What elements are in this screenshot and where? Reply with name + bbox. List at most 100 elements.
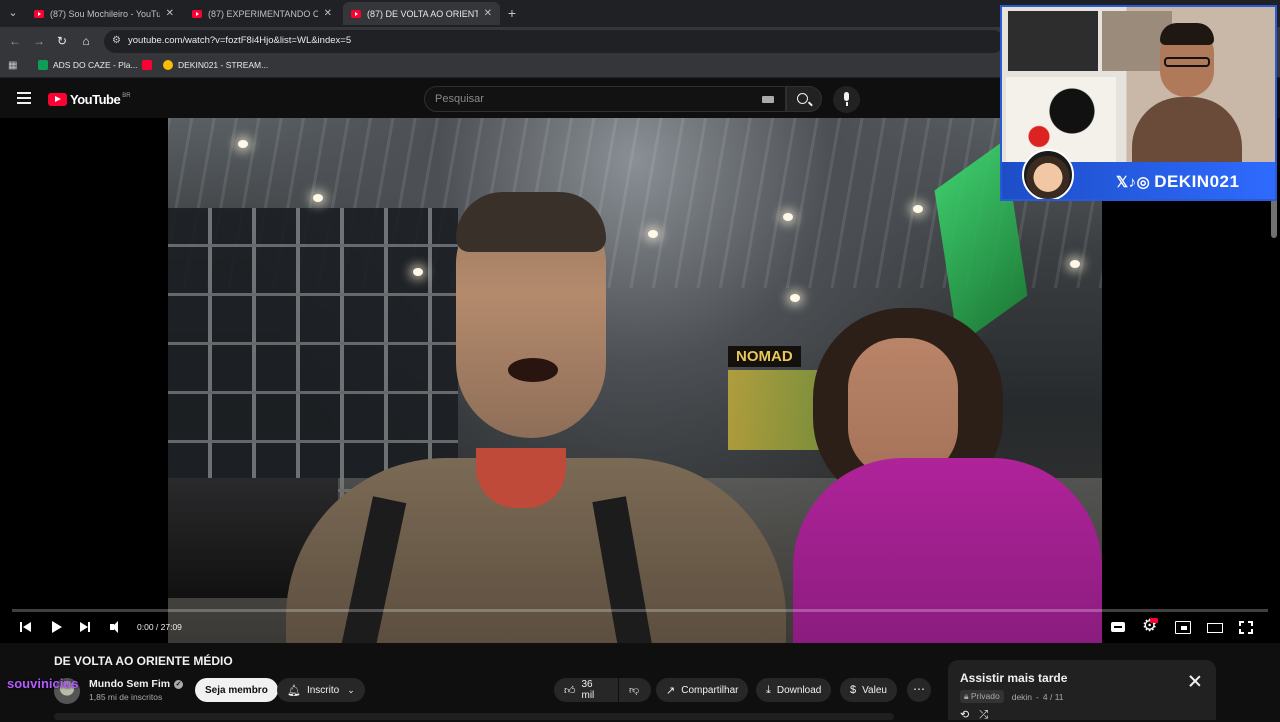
hd-badge <box>1150 618 1158 623</box>
channel-name[interactable]: Mundo Sem Fim ✓ <box>89 678 184 690</box>
more-actions-icon[interactable]: ⋯ <box>907 678 931 702</box>
keyboard-icon[interactable] <box>762 96 774 103</box>
playlist-title[interactable]: Assistir mais tarde <box>960 671 1067 685</box>
thumbs-up-icon: 👍︎ <box>564 684 576 697</box>
tab-experimentando[interactable]: (87) EXPERIMENTANDO COMID ✕ <box>184 2 340 25</box>
search-input[interactable] <box>435 91 735 107</box>
subtitles-icon[interactable] <box>1109 618 1127 636</box>
share-label: Compartilhar <box>681 684 739 696</box>
verified-check-icon: ✓ <box>174 679 184 689</box>
description-box-edge[interactable] <box>54 713 894 720</box>
video-frame[interactable]: NOMAD <box>168 118 1102 643</box>
playlist-panel: Assistir mais tarde 🔒︎ Privado dekin - 4… <box>948 660 1216 721</box>
youtube-favicon-icon <box>192 9 202 18</box>
shuffle-icon[interactable]: ⤮ <box>979 709 998 721</box>
like-button[interactable]: 👍︎ 36 mil <box>554 678 618 702</box>
scene-light <box>238 140 248 148</box>
progress-bar[interactable] <box>12 609 1268 612</box>
new-tab-plus-icon[interactable]: + <box>505 4 519 22</box>
close-icon[interactable]: ✕ <box>484 8 492 19</box>
bookmark-youtube[interactable] <box>142 60 157 70</box>
thanks-label: Valeu <box>862 684 887 696</box>
cam-streamer <box>1132 17 1242 167</box>
tab-search-icon[interactable]: ⌄ <box>4 4 22 22</box>
social-handle: 𝕏♪◎ DEKIN021 <box>1116 172 1239 192</box>
bookmark-ads-do-caze[interactable]: ADS DO CAZE - Pla... <box>38 60 138 70</box>
loop-icon[interactable]: ⟲ <box>960 709 979 721</box>
youtube-wordmark: YouTube <box>70 92 121 107</box>
url-text[interactable]: youtube.com/watch?v=foztF8i4Hjo&list=WL&… <box>128 35 351 46</box>
theater-mode-icon[interactable] <box>1205 618 1223 636</box>
youtube-favicon-icon <box>34 9 44 18</box>
separator: - <box>1036 691 1039 702</box>
close-icon[interactable] <box>1188 674 1202 688</box>
chevron-down-icon: ⌄ <box>347 684 355 695</box>
search-box <box>424 86 786 112</box>
scene-light <box>1070 260 1080 268</box>
youtube-favicon-icon <box>351 9 361 18</box>
playlist-meta: 🔒︎ Privado dekin - 4 / 11 <box>960 690 1064 703</box>
close-icon[interactable]: ✕ <box>324 8 332 19</box>
subscribed-button[interactable]: 🔔︎ Inscrito ⌄ <box>277 678 365 702</box>
cartoon-avatar <box>1022 149 1074 199</box>
close-icon[interactable]: ✕ <box>166 8 174 19</box>
share-arrow-icon: ↗ <box>666 684 676 697</box>
drive-icon <box>163 60 173 70</box>
tab-label: (87) Sou Mochileiro - YouTube <box>50 8 160 19</box>
fullscreen-icon[interactable] <box>1237 618 1255 636</box>
bookmark-label: ADS DO CAZE - Pla... <box>53 60 138 70</box>
subscriber-count: 1,85 mi de inscritos <box>89 692 163 702</box>
cam-wall-art <box>1008 11 1098 71</box>
reload-icon[interactable]: ↻ <box>55 34 69 48</box>
sheets-icon <box>38 60 48 70</box>
tab-de-volta-ao-oriente[interactable]: (87) DE VOLTA AO ORIENTE MÉ ✕ <box>343 2 500 25</box>
play-icon[interactable] <box>47 618 65 636</box>
like-count: 36 mil <box>581 679 595 701</box>
settings-gear-icon[interactable] <box>1141 616 1159 636</box>
video-title: DE VOLTA AO ORIENTE MÉDIO <box>54 654 233 668</box>
search-button[interactable] <box>786 86 822 112</box>
handle-text: DEKIN021 <box>1154 172 1240 191</box>
forward-arrow-icon[interactable]: → <box>32 34 46 48</box>
site-settings-icon[interactable]: ⚙ <box>112 35 121 46</box>
thanks-button[interactable]: $ Valeu <box>840 678 897 702</box>
previous-icon[interactable] <box>17 618 35 636</box>
scene-person-man <box>286 192 786 643</box>
next-icon[interactable] <box>76 618 94 636</box>
channel-name-text[interactable]: Mundo Sem Fim <box>89 678 170 690</box>
youtube-favicon-icon <box>142 60 152 70</box>
tab-label: (87) DE VOLTA AO ORIENTE MÉ <box>367 8 478 19</box>
super-thanks-icon: $ <box>850 684 857 696</box>
subscribed-label: Inscrito <box>306 684 340 696</box>
privacy-badge: 🔒︎ Privado <box>960 690 1004 703</box>
download-icon: ⤓ <box>766 683 771 696</box>
home-icon[interactable]: ⌂ <box>79 34 93 48</box>
scene-person-woman <box>793 308 1102 643</box>
download-button[interactable]: ⤓ Download <box>756 678 832 702</box>
menu-hamburger-icon[interactable] <box>17 92 31 104</box>
download-label: Download <box>776 684 822 696</box>
apps-grid-icon[interactable]: ▦ <box>8 60 17 71</box>
bell-icon: 🔔︎ <box>287 684 301 697</box>
scene-light <box>913 205 923 213</box>
miniplayer-icon[interactable] <box>1173 618 1191 636</box>
join-button[interactable]: Seja membro <box>195 678 278 702</box>
time-display: 0:00 / 27:09 <box>137 622 182 632</box>
playlist-owner[interactable]: dekin <box>1012 692 1032 702</box>
omnibox[interactable]: ⚙ youtube.com/watch?v=foztF8i4Hjo&list=W… <box>104 30 1004 53</box>
dislike-button[interactable]: 👎︎ <box>619 678 651 702</box>
share-button[interactable]: ↗ Compartilhar <box>656 678 749 702</box>
bookmark-label: DEKIN021 - STREAM... <box>178 60 269 70</box>
back-arrow-icon[interactable]: ← <box>8 34 22 48</box>
volume-icon[interactable] <box>107 618 125 636</box>
youtube-logo[interactable]: YouTube BR <box>48 92 131 107</box>
voice-search-mic-icon[interactable] <box>833 86 860 113</box>
youtube-play-logo-icon <box>48 93 67 106</box>
tab-sou-mochileiro[interactable]: (87) Sou Mochileiro - YouTube ✕ <box>26 2 182 25</box>
country-code: BR <box>122 92 131 99</box>
scene-light <box>790 294 800 302</box>
x-tiktok-instagram-icon: 𝕏♪◎ <box>1116 174 1151 191</box>
cam-poster <box>1006 77 1116 162</box>
bookmark-dekin021-stream[interactable]: DEKIN021 - STREAM... <box>163 60 268 70</box>
join-label: Seja membro <box>205 684 268 696</box>
